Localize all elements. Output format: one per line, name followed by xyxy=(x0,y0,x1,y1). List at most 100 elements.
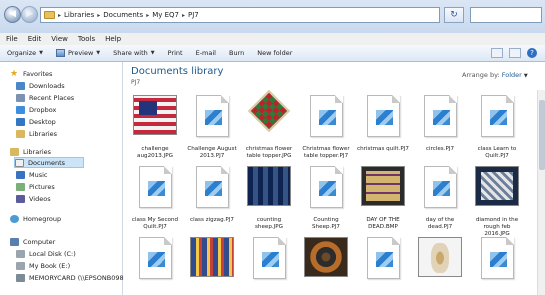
nav-music[interactable]: Music xyxy=(16,169,48,180)
file-item[interactable]: Challenge August 2013.PJ7 xyxy=(185,91,239,160)
file-item[interactable] xyxy=(242,233,296,288)
file-item[interactable]: Counting Sheep.PJ7 xyxy=(299,162,353,231)
arrange-by[interactable]: Arrange by: Folder ▼ xyxy=(462,71,528,79)
nav-libraries[interactable]: Libraries xyxy=(10,146,51,157)
file-item[interactable]: challenge aug2013.JPG xyxy=(128,91,182,160)
view-options-icon[interactable] xyxy=(491,48,503,58)
file-item[interactable] xyxy=(470,233,524,288)
nav-homegroup[interactable]: Homegroup xyxy=(10,213,61,224)
file-item[interactable]: Christmas flower table topper.PJ7 xyxy=(299,91,353,160)
share-with-button[interactable]: Share with ▼ xyxy=(113,49,154,57)
homegroup-icon xyxy=(10,214,19,223)
burn-button[interactable]: Burn xyxy=(229,49,244,57)
scroll-thumb[interactable] xyxy=(539,100,545,170)
print-button[interactable]: Print xyxy=(168,49,183,57)
nav-recent-places[interactable]: Recent Places xyxy=(16,92,74,103)
file-item[interactable] xyxy=(128,233,182,288)
videos-icon xyxy=(16,194,25,203)
email-button[interactable]: E-mail xyxy=(196,49,216,57)
file-name: counting sheep.JPG xyxy=(254,217,284,230)
nav-desktop[interactable]: Desktop xyxy=(16,116,56,127)
network-drive-icon xyxy=(16,273,25,282)
file-item[interactable]: class zigzag.PJ7 xyxy=(185,162,239,224)
nav-libraries-favorite[interactable]: Libraries xyxy=(16,128,57,139)
chevron-right-icon: ▸ xyxy=(58,11,62,19)
forward-button[interactable]: ▶ xyxy=(21,6,38,23)
file-item[interactable] xyxy=(185,233,239,288)
menu-view[interactable]: View xyxy=(51,33,68,45)
libraries-icon xyxy=(10,147,19,156)
hard-drive-icon xyxy=(16,249,25,258)
pj7-document-icon xyxy=(366,237,400,279)
help-icon[interactable]: ? xyxy=(527,48,537,58)
menu-edit[interactable]: Edit xyxy=(28,33,42,45)
new-folder-button[interactable]: New folder xyxy=(257,49,292,57)
file-item[interactable] xyxy=(413,233,467,288)
nav-homegroup-label: Homegroup xyxy=(23,214,62,223)
menu-tools[interactable]: Tools xyxy=(78,33,95,45)
nav-dropbox-label: Dropbox xyxy=(29,105,57,114)
file-item[interactable]: day of the dead.PJ7 xyxy=(413,162,467,231)
chevron-down-icon: ▼ xyxy=(150,50,155,56)
breadcrumb-libraries[interactable]: Libraries xyxy=(64,11,94,19)
nav-computer[interactable]: Computer xyxy=(10,236,55,247)
organize-label: Organize xyxy=(7,49,37,57)
file-item[interactable]: circles.PJ7 xyxy=(413,91,467,153)
nav-computer-label: Computer xyxy=(23,237,56,246)
pj7-document-icon xyxy=(309,95,343,137)
file-item[interactable]: DAY OF THE DEAD.BMP xyxy=(356,162,410,231)
file-name: class My Second Quilt.PJ7 xyxy=(131,217,179,230)
nav-local-disk[interactable]: Local Disk (C:) xyxy=(16,248,76,259)
documents-icon xyxy=(15,158,24,167)
breadcrumb[interactable]: ▸ Libraries ▸ Documents ▸ My EQ7 ▸ PJ7 xyxy=(40,7,440,23)
preview-pane-icon[interactable] xyxy=(509,48,521,58)
nav-pictures[interactable]: Pictures xyxy=(16,181,55,192)
nav-documents[interactable]: Documents xyxy=(14,157,84,168)
file-item[interactable]: christmas quilt.PJ7 xyxy=(356,91,410,153)
breadcrumb-documents[interactable]: Documents xyxy=(103,11,143,19)
file-item[interactable]: class Learn to Quilt.PJ7 xyxy=(470,91,524,160)
file-thumbnail xyxy=(242,89,296,143)
vertical-scrollbar[interactable] xyxy=(537,90,545,295)
file-item[interactable]: christmas flower table topper.JPG xyxy=(242,89,296,160)
breadcrumb-pj7[interactable]: PJ7 xyxy=(188,11,199,19)
desktop-icon xyxy=(16,117,25,126)
refresh-button[interactable]: ↻ xyxy=(444,7,464,23)
chevron-right-icon: ▸ xyxy=(97,11,101,19)
nav-desktop-label: Desktop xyxy=(29,117,56,126)
computer-icon xyxy=(10,237,19,246)
nav-dropbox[interactable]: Dropbox xyxy=(16,104,56,115)
libraries-icon xyxy=(16,129,25,138)
file-item[interactable] xyxy=(299,233,353,288)
nav-downloads[interactable]: Downloads xyxy=(16,80,65,91)
pj7-document-icon xyxy=(423,166,457,208)
nav-favorites-label: Favorites xyxy=(23,69,53,78)
file-thumbnail xyxy=(242,233,296,285)
file-name: challenge aug2013.JPG xyxy=(137,146,173,159)
search-input[interactable] xyxy=(470,7,542,23)
file-item[interactable]: class My Second Quilt.PJ7 xyxy=(128,162,182,231)
preview-button[interactable]: Preview ▼ xyxy=(55,49,100,57)
file-name: Christmas flower table topper.PJ7 xyxy=(302,146,350,159)
nav-libraries-favorite-label: Libraries xyxy=(29,129,58,138)
file-item[interactable]: counting sheep.JPG xyxy=(242,162,296,231)
hard-drive-icon xyxy=(16,261,25,270)
organize-button[interactable]: Organize ▼ xyxy=(7,49,43,57)
back-button[interactable]: ◀ xyxy=(4,6,21,23)
file-thumbnail xyxy=(413,91,467,143)
breadcrumb-my-eq7[interactable]: My EQ7 xyxy=(152,11,179,19)
menu-help[interactable]: Help xyxy=(105,33,121,45)
music-icon xyxy=(16,170,25,179)
image-thumbnail xyxy=(475,166,519,206)
file-item[interactable]: diamond in the rough feb 2016.JPG xyxy=(470,162,524,238)
nav-videos[interactable]: Videos xyxy=(16,193,51,204)
nav-favorites[interactable]: ★ Favorites xyxy=(10,68,52,79)
pj7-document-icon xyxy=(423,95,457,137)
menu-file[interactable]: File xyxy=(6,33,18,45)
nav-my-book[interactable]: My Book (E:) xyxy=(16,260,70,271)
pj7-document-icon xyxy=(252,237,286,279)
nav-downloads-label: Downloads xyxy=(29,81,65,90)
nav-memorycard[interactable]: MEMORYCARD (\\EPSONB098 xyxy=(16,272,124,283)
file-item[interactable] xyxy=(356,233,410,288)
arrange-by-value[interactable]: Folder xyxy=(502,71,522,79)
